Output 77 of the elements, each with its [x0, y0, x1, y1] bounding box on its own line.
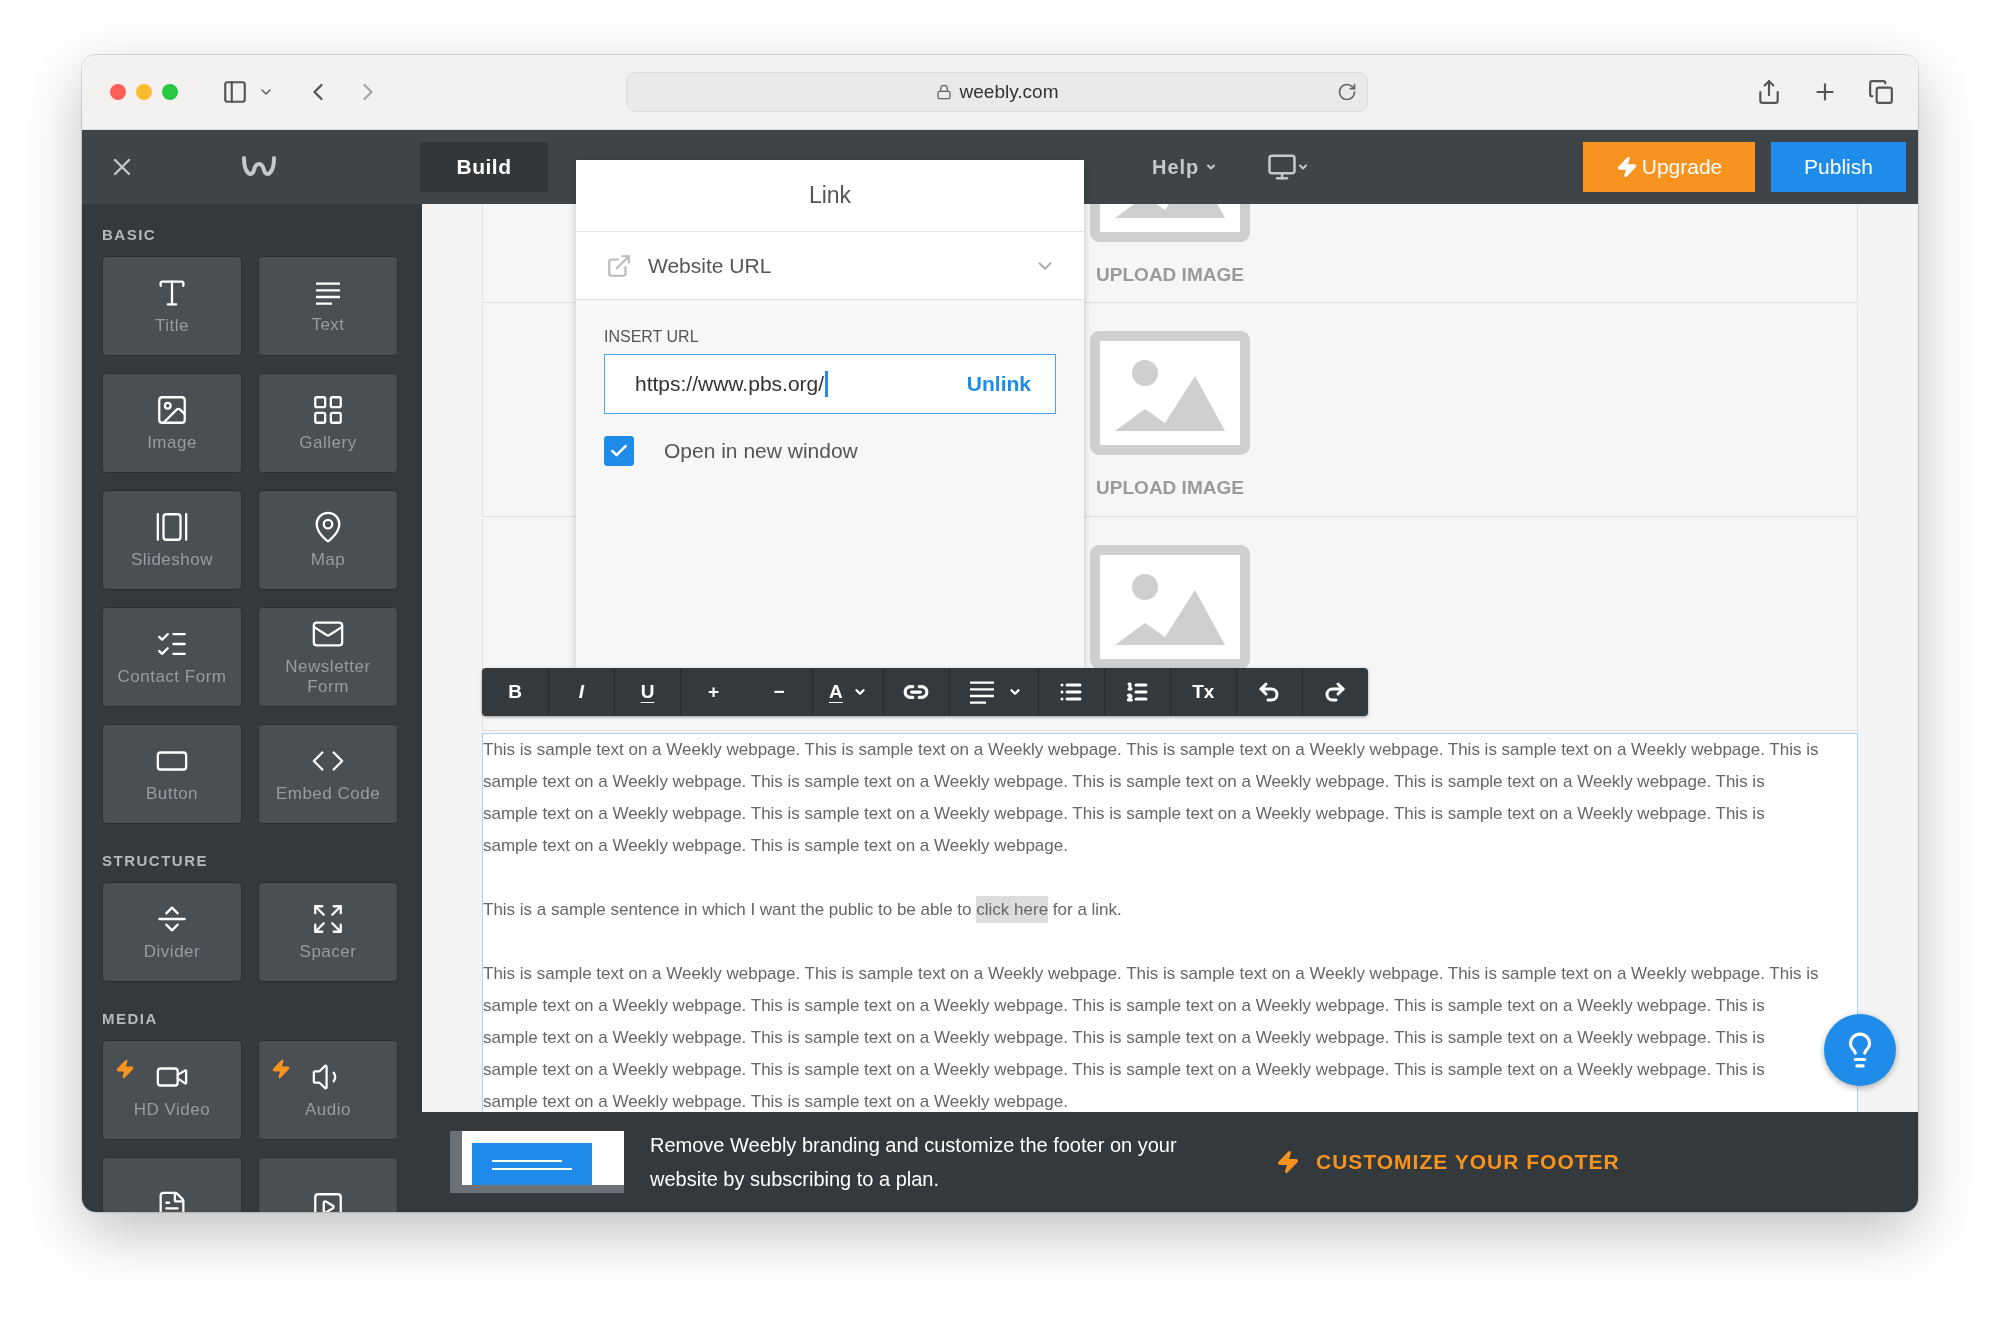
upload-image-label[interactable]: UPLOAD IMAGE — [1096, 264, 1244, 286]
paragraph: This is sample text on a Weekly webpage. This is sample text on a Weekly webpage. This is sample text on a Weekly webpage. This is sample text on a Weekly webpage. This is sample text on a Weekly webpage. This is sample text on a Weekly webpage. This is sample text on a Weekly webpage. This is sample text on a Weekly webpage. This is sample text on a Weekly webpage. This is sample text on a Weekly webpage. This is sample text on a Weekly webpage. This is sample text on a Weekly webpage. This is sample text on a Weekly webpage. This is sample text on a Weekly webpage. This is sample text on a Weekly webpage. This is sample text on a Weekly webpage. This is sample text on a Weekly webpage. This is sample text on a Weekly webpage. — [483, 963, 1819, 1112]
upload-image-label[interactable]: UPLOAD IMAGE — [1096, 477, 1244, 499]
color-tool-button[interactable]: A — [812, 668, 883, 716]
underline-tool-button[interactable]: U — [614, 668, 680, 716]
tile-label: Spacer — [299, 942, 357, 962]
element-tile[interactable]: HD Video — [102, 1040, 242, 1140]
lightning-icon — [1276, 1150, 1300, 1174]
section-title: MEDIA — [102, 1010, 159, 1027]
link-type-select[interactable]: Website URL — [576, 232, 1084, 300]
element-tile[interactable]: Slideshow — [102, 490, 242, 590]
build-tab[interactable]: Build — [420, 142, 548, 192]
element-tile[interactable]: Button — [102, 724, 242, 824]
url-text: weebly.com — [959, 81, 1059, 103]
footer-message: Remove Weebly branding and customize the footer on your website by subscribing to a plan. — [650, 1133, 1178, 1192]
element-tile[interactable]: Spacer — [258, 882, 398, 982]
text-tool-button[interactable]: Tx — [1169, 668, 1236, 716]
tile-label: HD Video — [133, 1100, 211, 1120]
element-tile[interactable]: Image — [102, 373, 242, 473]
device-preview-icon[interactable] — [1267, 152, 1310, 182]
publish-button[interactable]: Publish — [1771, 142, 1906, 192]
upgrade-button[interactable]: Upgrade — [1583, 142, 1755, 192]
tile-label: Image — [147, 433, 197, 453]
element-tile[interactable]: Embed Code — [258, 724, 398, 824]
element-tile[interactable]: Map — [258, 490, 398, 590]
italic-tool-button[interactable]: I — [548, 668, 614, 716]
footer-preview-icon — [450, 1131, 624, 1193]
section-title: BASIC — [102, 226, 158, 243]
selected-link-text[interactable]: click here — [976, 896, 1049, 923]
element-tile[interactable]: Text — [258, 256, 398, 356]
tile-label: Audio — [305, 1100, 351, 1120]
field-label: INSERT URL — [604, 328, 700, 346]
checkbox-label: Open in new window — [664, 439, 858, 463]
tile-label: Button — [145, 784, 199, 804]
image-icon — [155, 393, 189, 427]
lightning-icon — [1615, 156, 1638, 178]
element-tile[interactable]: Title — [102, 256, 242, 356]
reload-icon[interactable] — [1337, 82, 1357, 102]
tile-label: Contact Form — [117, 667, 227, 687]
checkbox[interactable] — [604, 436, 634, 466]
grid-icon — [311, 393, 345, 427]
image-placeholder-icon — [1090, 331, 1250, 455]
element-tile[interactable]: Divider — [102, 882, 242, 982]
close-window-icon[interactable] — [110, 84, 126, 100]
lock-icon — [935, 84, 952, 100]
tile-label: Divider — [143, 942, 201, 962]
external-link-icon — [606, 252, 632, 279]
share-icon[interactable] — [1756, 79, 1782, 105]
paragraph: This is a sample sentence in which I want the public to be able to click here for a link. — [483, 894, 1122, 926]
help-menu[interactable]: Help — [1152, 155, 1218, 179]
tile-label: Text — [311, 315, 345, 335]
numbered-list-icon — [1125, 680, 1150, 704]
spacer-icon — [311, 902, 345, 936]
tile-label: Title — [155, 316, 189, 336]
sidebar-toggle-icon[interactable] — [222, 79, 248, 105]
tile-label: Slideshow — [131, 550, 213, 570]
element-tile[interactable]: Newsletter Form — [258, 607, 398, 707]
dialog-title: Link — [576, 160, 1084, 232]
text-block[interactable] — [482, 733, 1858, 1112]
text-tool-button[interactable]: − — [746, 668, 812, 716]
slideshow-icon — [155, 510, 189, 544]
text-tool-button[interactable]: + — [680, 668, 746, 716]
tile-label: Newsletter Form — [284, 657, 372, 697]
tile-label: Map — [310, 550, 346, 570]
paragraph: This is sample text on a Weekly webpage. This is sample text on a Weekly webpage. This is sample text on a Weekly webpage. This is sample text on a Weekly webpage. This is sample text on a Weekly webpage. This is sample text on a Weekly webpage. This is sample text on a Weekly webpage. This is sample text on a Weekly webpage. This is sample text on a Weekly webpage. This is sample text on a Weekly webpage. This is sample text on a Weekly webpage. This is sample text on a Weekly webpage. This is sample text on a Weekly webpage. This is sample text on a Weekly webpage. — [483, 739, 1819, 857]
element-tile[interactable]: Contact Form — [102, 607, 242, 707]
address-bar[interactable]: weebly.com — [626, 72, 1368, 112]
tile-label: Embed Code — [275, 784, 381, 804]
element-tile[interactable]: Audio — [258, 1040, 398, 1140]
bold-tool-button[interactable]: B — [482, 668, 548, 716]
url-field[interactable]: https://www.pbs.org/ Unlink — [604, 354, 1056, 414]
customize-footer-link[interactable]: CUSTOMIZE YOUR FOOTER — [1316, 1150, 1620, 1174]
tabs-icon[interactable] — [1868, 79, 1894, 105]
image-placeholder-icon — [1090, 545, 1250, 669]
section-title: STRUCTURE — [102, 852, 209, 869]
element-tile[interactable]: Gallery — [258, 373, 398, 473]
tile-label: Gallery — [299, 433, 357, 453]
